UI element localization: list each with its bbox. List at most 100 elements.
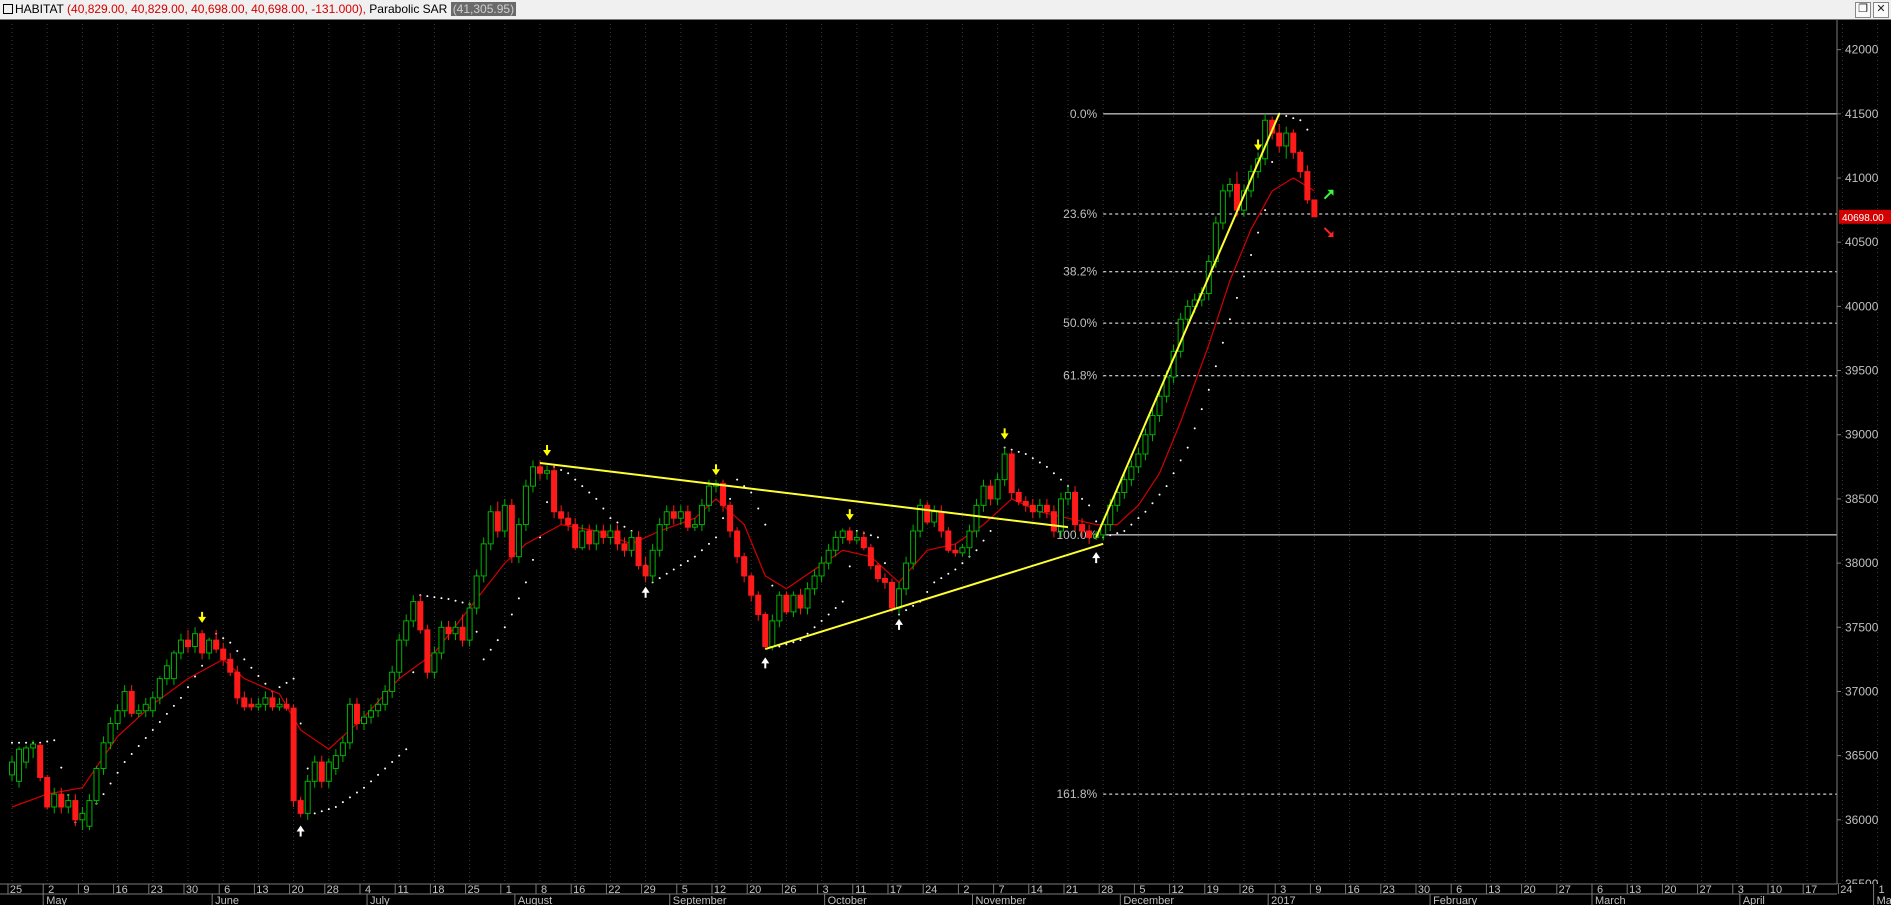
price-tick-label: 39500	[1845, 364, 1879, 378]
candle-body-up	[853, 536, 860, 541]
candle-body-up	[818, 562, 825, 577]
price-tick-label: 38500	[1845, 492, 1879, 506]
sar-dot	[1221, 341, 1224, 344]
candle	[1036, 498, 1043, 519]
candle-body-up	[790, 594, 797, 613]
day-tick-label: 20	[749, 884, 761, 896]
candle	[177, 633, 184, 660]
candle	[361, 710, 367, 730]
candle-body-up	[332, 755, 339, 769]
sar-dot	[1214, 365, 1217, 368]
close-window-button[interactable]: ✕	[1873, 2, 1889, 18]
price-tick-label: 40000	[1845, 299, 1879, 313]
sar-dot	[1193, 427, 1196, 430]
candle	[255, 697, 262, 711]
candle-body-up	[255, 703, 262, 708]
candle-body-down	[741, 556, 748, 577]
candle	[494, 501, 501, 538]
sar-dot	[46, 740, 49, 743]
price-chart[interactable]: 0.0%23.6%38.2%50.0%61.8%100.0%161.8% 355…	[0, 20, 1891, 905]
candle	[241, 691, 248, 711]
candle-body-down	[755, 594, 762, 615]
day-tick-label: 2	[963, 884, 969, 896]
sar-dot	[334, 805, 337, 808]
candle-body-down	[881, 578, 888, 583]
day-tick-label: 30	[186, 884, 198, 896]
day-tick-label: 17	[890, 884, 902, 896]
day-tick-label: 21	[1066, 884, 1078, 896]
sar-dot	[975, 549, 978, 552]
sar-dot	[130, 753, 133, 756]
candle-body-down	[459, 626, 466, 641]
sar-dot	[116, 771, 119, 774]
sar-dot	[327, 808, 330, 811]
arrow-head	[761, 657, 770, 664]
sar-dot	[876, 536, 879, 539]
candle-body-up	[51, 793, 58, 808]
price-tick-label: 38000	[1845, 556, 1879, 570]
month-label: February	[1433, 895, 1478, 905]
candle-body-down	[283, 703, 290, 709]
candle-body-down	[783, 594, 790, 613]
candle-body-down	[234, 671, 241, 699]
arrow-head	[198, 616, 207, 623]
candle	[593, 524, 600, 551]
candle-body-up	[86, 800, 93, 827]
candle	[487, 505, 494, 551]
sar-dot	[672, 568, 675, 571]
sar-dot	[1179, 459, 1182, 462]
last-price-label: 40698.00	[1842, 213, 1884, 224]
sar-dot	[799, 639, 802, 642]
candle-body-up	[769, 620, 776, 648]
restore-window-button[interactable]: ❐	[1855, 2, 1871, 18]
candle-body-down	[1304, 171, 1311, 201]
candle-body-up	[276, 703, 283, 708]
month-label: June	[215, 895, 239, 905]
candle	[1065, 486, 1071, 506]
sar-dot	[1059, 478, 1062, 481]
sar-dot	[398, 754, 401, 757]
candle	[375, 697, 382, 718]
sar-dot	[1292, 117, 1295, 120]
sar-dot	[954, 568, 957, 571]
candle-body-up	[1226, 183, 1233, 192]
candle	[508, 498, 515, 564]
sar-dot	[729, 497, 732, 500]
candle-body-down	[1050, 511, 1057, 532]
candle-body-up	[346, 703, 353, 744]
sar-dot	[1038, 461, 1041, 464]
candle	[896, 582, 903, 615]
candle-body-down	[797, 594, 804, 609]
sar-dot	[1264, 209, 1267, 212]
day-tick-label: 27	[1559, 884, 1571, 896]
candle	[572, 518, 579, 551]
price-tick-label: 42000	[1845, 43, 1879, 57]
sar-dot	[60, 766, 63, 769]
candle-body-down	[867, 547, 874, 567]
trendline	[764, 542, 1104, 651]
candle-body-down	[318, 761, 325, 782]
candle-body-down	[72, 800, 79, 821]
candle-body-down	[248, 703, 255, 708]
sar-dot	[834, 607, 837, 610]
candle	[522, 479, 529, 532]
sar-dot	[306, 767, 309, 770]
sar-dot	[264, 682, 267, 685]
candle	[973, 498, 980, 538]
candle	[853, 531, 860, 544]
sar-dot	[693, 555, 696, 558]
candle	[649, 543, 656, 583]
candle-body-down	[572, 524, 579, 549]
candle	[684, 505, 691, 532]
candle-body-down	[241, 697, 248, 708]
sar-dot	[151, 728, 154, 731]
sar-dot	[912, 604, 915, 607]
sar-dot	[391, 761, 394, 764]
candle	[1001, 447, 1008, 487]
candle	[797, 588, 804, 615]
sar-dot	[123, 761, 126, 764]
candle	[1057, 492, 1064, 538]
candle-body-down	[1290, 132, 1297, 153]
sar-dot	[686, 559, 689, 562]
candle-body-down	[424, 629, 431, 673]
